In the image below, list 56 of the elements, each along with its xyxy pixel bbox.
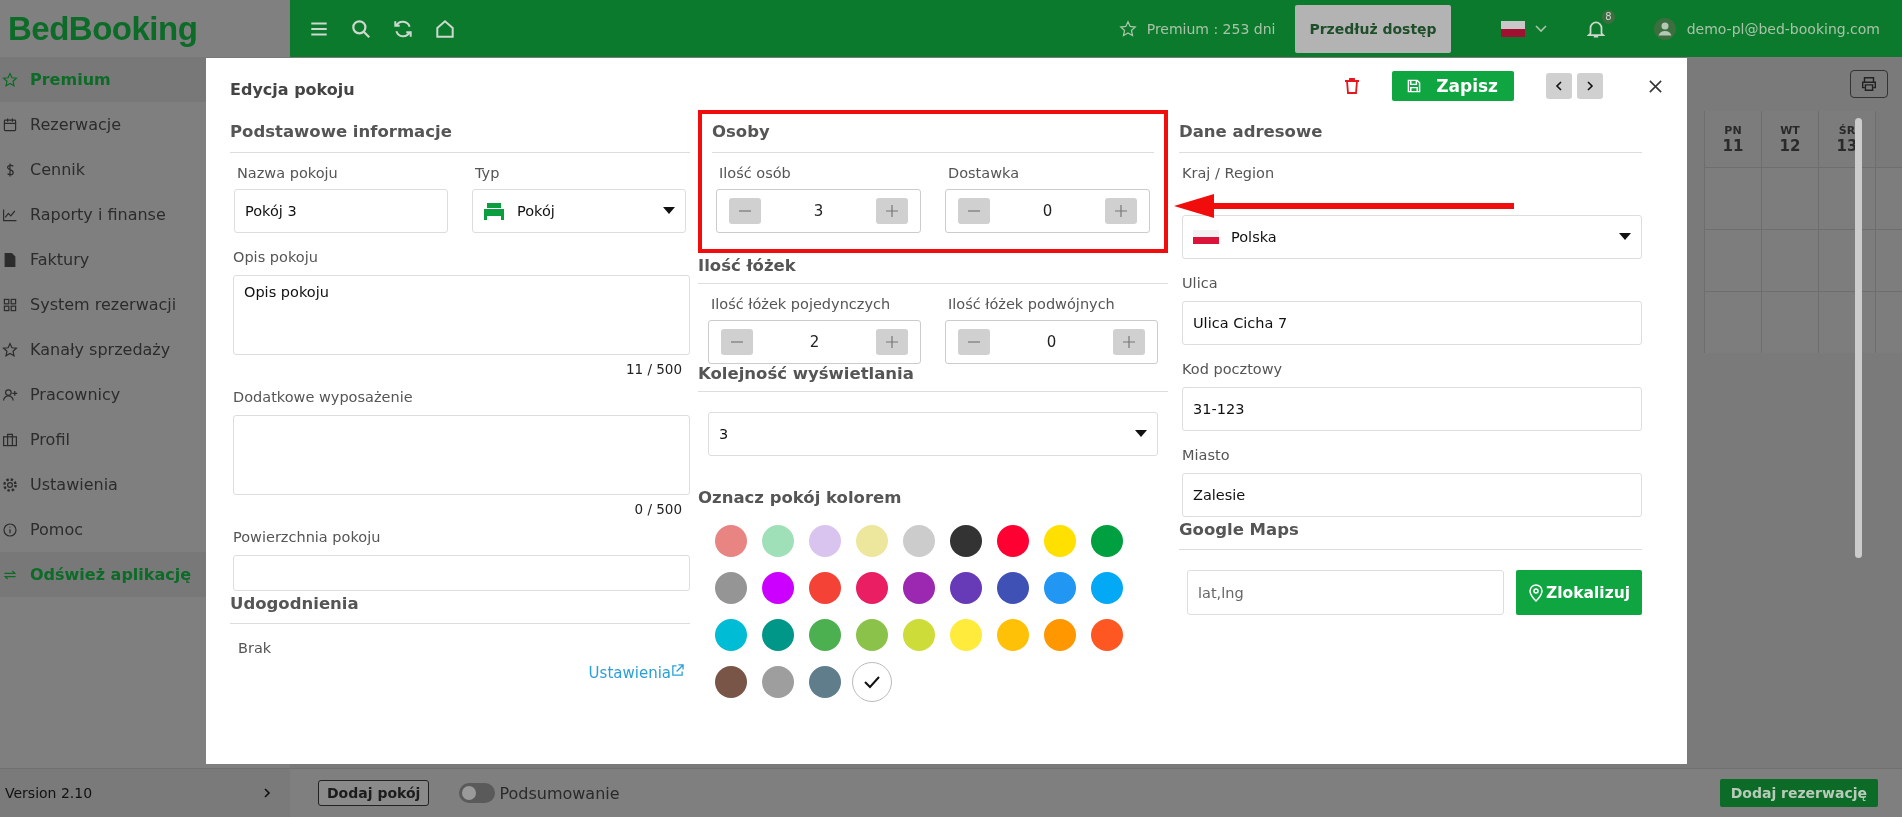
notification-badge: 8 [1602, 9, 1615, 24]
section-heading: Oznacz pokój kolorem [698, 488, 903, 507]
character-counter: 0 / 500 [634, 501, 682, 517]
stepper-value: 0 [1042, 202, 1053, 220]
section-heading: Osoby [712, 114, 1154, 153]
section-heading: Kolejność wyświetlania [698, 364, 1168, 392]
section-heading: Udogodnienia [230, 594, 690, 624]
stepper-value: 3 [813, 202, 824, 220]
field-label: Ilość łóżek podwójnych [947, 295, 1116, 314]
number-stepper[interactable]: 0 [945, 320, 1158, 364]
sidebar-item[interactable]: Profil [0, 417, 290, 462]
field-label: Ulica [1181, 274, 1219, 293]
field-label: Dostawka [947, 164, 1021, 183]
field-label: Miasto [1181, 446, 1231, 465]
street-field[interactable]: Ulica Cicha 7 [1182, 301, 1642, 345]
add-room-button[interactable]: Dodaj pokój [318, 780, 430, 806]
locate-button[interactable]: Zlokalizuj [1516, 570, 1642, 615]
number-stepper[interactable]: 0 [945, 189, 1150, 233]
room-type-select[interactable]: Pokój [472, 189, 686, 233]
sidebar-item[interactable]: Ustawienia [0, 462, 290, 507]
display-order-select[interactable]: 3 [708, 412, 1158, 456]
summary-label: Podsumowanie [499, 783, 620, 803]
field-label: Ilość osób [718, 164, 792, 183]
stepper-value: 0 [1046, 333, 1057, 351]
stepper-value: 2 [809, 333, 820, 351]
app-logo: BedBooking [8, 9, 198, 48]
section-heading: Dane adresowe [1179, 114, 1642, 153]
version-label: Version 2.10 [5, 785, 93, 801]
country-select[interactable]: Polska [1182, 215, 1642, 259]
settings-link[interactable]: Ustawienia [588, 664, 684, 682]
coordinates-field[interactable]: lat,lng [1187, 570, 1505, 615]
save-button[interactable]: Zapisz [1392, 71, 1514, 101]
field-label: Opis pokoju [232, 248, 319, 267]
field-label: Ilość łóżek pojedynczych [710, 295, 892, 314]
description-field[interactable]: Opis pokoju [233, 275, 690, 355]
number-stepper[interactable]: 3 [716, 189, 921, 233]
section-heading: Podstawowe informacje [230, 114, 690, 153]
version-bar[interactable]: Version 2.10 [0, 769, 290, 817]
city-field[interactable]: Zalesie [1182, 473, 1642, 517]
postal-code-field[interactable]: 31-123 [1182, 387, 1642, 431]
field-label: Kod pocztowy [1181, 360, 1284, 379]
field-label: Powierzchnia pokoju [232, 528, 382, 547]
field-label: Typ [474, 164, 501, 183]
section-heading: Google Maps [1179, 520, 1642, 550]
number-stepper[interactable]: 2 [708, 320, 921, 364]
character-counter: 11 / 500 [625, 361, 682, 377]
add-reservation-button[interactable]: Dodaj rezerwację [1719, 779, 1878, 807]
field-label: Kraj / Region [1181, 164, 1276, 183]
premium-status: Premium : 253 dni [1146, 20, 1276, 37]
amenities-value: Brak [237, 639, 273, 658]
section-heading: Ilość łóżek [698, 256, 1168, 284]
extend-access-button[interactable]: Przedłuż dostęp [1295, 4, 1451, 53]
room-name-field[interactable]: Pokój 3 [234, 189, 448, 233]
field-label: Dodatkowe wyposażenie [232, 388, 414, 407]
user-email[interactable]: demo-pl@bed-booking.com [1686, 20, 1880, 37]
field-label: Nazwa pokoju [236, 164, 339, 183]
